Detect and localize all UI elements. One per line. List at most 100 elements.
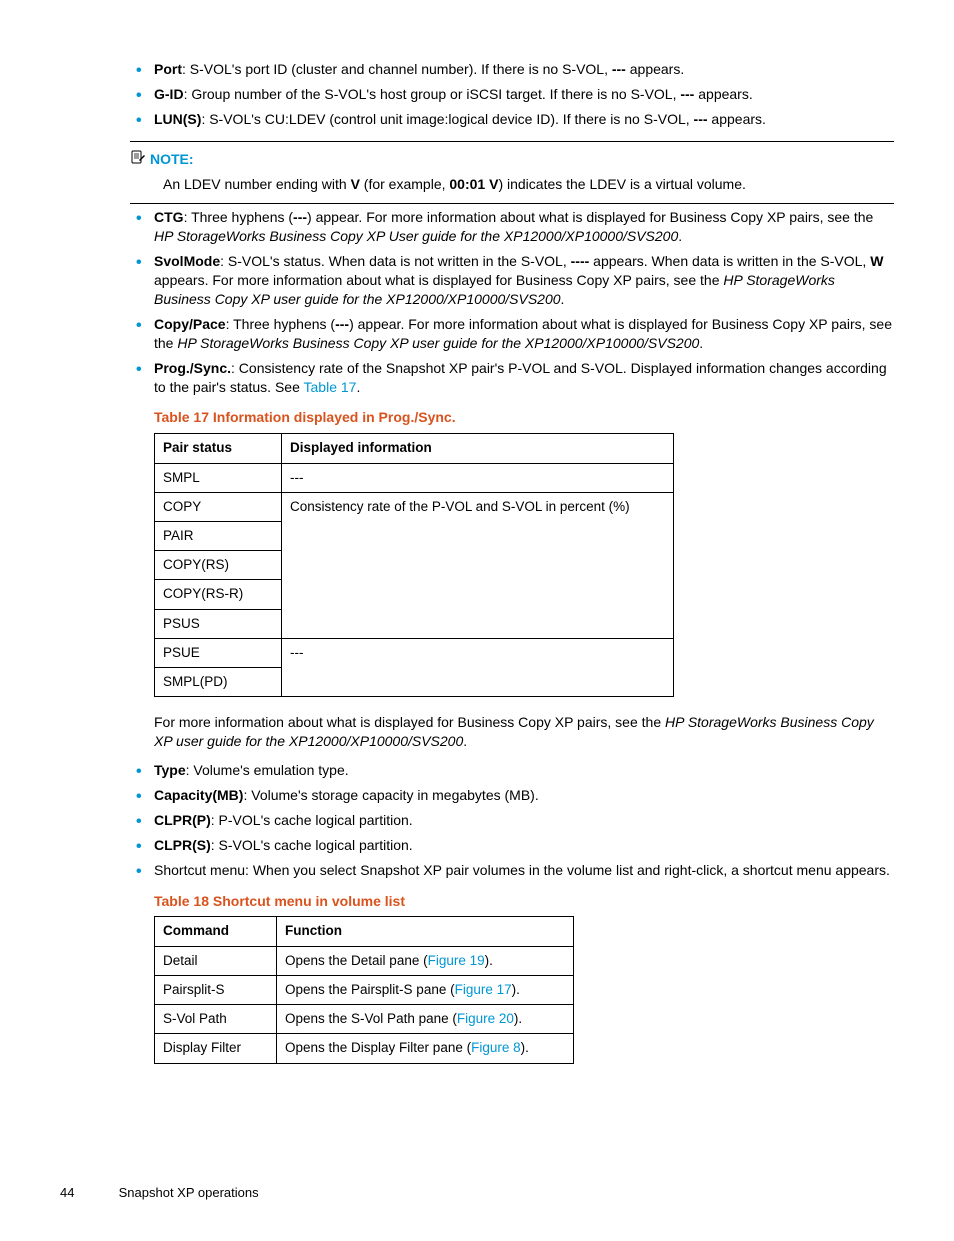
list-item-capacity: Capacity(MB): Volume's storage capacity …	[130, 786, 894, 805]
cell: Pairsplit-S	[155, 975, 277, 1004]
dash: ----	[571, 253, 590, 269]
term-type: Type	[154, 762, 186, 778]
cell: ---	[282, 638, 674, 696]
cell: Opens the S-Vol Path pane (Figure 20).	[277, 1005, 574, 1034]
t: Shortcut menu: When you select Snapshot …	[154, 862, 890, 878]
cell: Consistency rate of the P-VOL and S-VOL …	[282, 492, 674, 638]
term-ctg: CTG	[154, 209, 184, 225]
list-item-clprp: CLPR(P): P-VOL's cache logical partition…	[130, 811, 894, 830]
divider	[130, 203, 894, 204]
link-figure-19[interactable]: Figure 19	[428, 953, 485, 968]
list-item-copypace: Copy/Pace: Three hyphens (---) appear. F…	[130, 315, 894, 353]
cell: COPY(RS)	[155, 551, 282, 580]
t: Opens the Display Filter pane (	[285, 1040, 471, 1055]
link-figure-20[interactable]: Figure 20	[457, 1011, 514, 1026]
t: ).	[521, 1040, 529, 1055]
cell: Display Filter	[155, 1034, 277, 1063]
note-pre: An LDEV number ending with	[163, 176, 351, 192]
link-table-17[interactable]: Table 17	[304, 379, 357, 395]
list-item-svolmode: SvolMode: S-VOL's status. When data is n…	[130, 252, 894, 309]
th-pair-status: Pair status	[155, 434, 282, 463]
table-header-row: Pair status Displayed information	[155, 434, 674, 463]
dash: ---	[680, 86, 694, 102]
table-row: Detail Opens the Detail pane (Figure 19)…	[155, 946, 574, 975]
cell: Opens the Display Filter pane (Figure 8)…	[277, 1034, 574, 1063]
table-row: Pairsplit-S Opens the Pairsplit-S pane (…	[155, 975, 574, 1004]
note-icon	[130, 150, 146, 171]
t: .	[678, 228, 682, 244]
definition-list-2: CTG: Three hyphens (---) appear. For mor…	[130, 208, 894, 396]
list-item-type: Type: Volume's emulation type.	[130, 761, 894, 780]
table-row: S-Vol Path Opens the S-Vol Path pane (Fi…	[155, 1005, 574, 1034]
th-function: Function	[277, 917, 574, 946]
tail: appears.	[626, 61, 684, 77]
t: For more information about what is displ…	[154, 714, 665, 730]
t: appears. When data is written in the S-V…	[589, 253, 870, 269]
table-18: Command Function Detail Opens the Detail…	[154, 916, 574, 1063]
term-port: Port	[154, 61, 182, 77]
tail: appears.	[694, 86, 752, 102]
term-gid: G-ID	[154, 86, 184, 102]
divider	[130, 141, 894, 142]
t: .	[699, 335, 703, 351]
t: : Three hyphens (	[184, 209, 293, 225]
table-row: Display Filter Opens the Display Filter …	[155, 1034, 574, 1063]
paragraph: For more information about what is displ…	[154, 713, 894, 751]
link-figure-8[interactable]: Figure 8	[471, 1040, 521, 1055]
note-block: NOTE: An LDEV number ending with V (for …	[130, 150, 894, 194]
cell: COPY(RS-R)	[155, 580, 282, 609]
table-row: COPY Consistency rate of the P-VOL and S…	[155, 492, 674, 521]
t: : Three hyphens (	[226, 316, 335, 332]
definition-list-1: Port: S-VOL's port ID (cluster and chann…	[130, 60, 894, 129]
tail: appears.	[708, 111, 766, 127]
page-content: Port: S-VOL's port ID (cluster and chann…	[130, 60, 894, 1064]
term-clprp: CLPR(P)	[154, 812, 211, 828]
table-17-caption: Table 17 Information displayed in Prog./…	[154, 408, 894, 427]
cell: Detail	[155, 946, 277, 975]
cell: PSUS	[155, 609, 282, 638]
th-displayed-info: Displayed information	[282, 434, 674, 463]
t: appears. For more information about what…	[154, 272, 723, 288]
t: : Volume's emulation type.	[186, 762, 349, 778]
cell: PSUE	[155, 638, 282, 667]
footer-title: Snapshot XP operations	[119, 1185, 259, 1200]
t: .	[356, 379, 360, 395]
t: : S-VOL's status. When data is not writt…	[220, 253, 571, 269]
cell: COPY	[155, 492, 282, 521]
th-command: Command	[155, 917, 277, 946]
list-item-clprs: CLPR(S): S-VOL's cache logical partition…	[130, 836, 894, 855]
list-item-lun: LUN(S): S-VOL's CU:LDEV (control unit im…	[130, 110, 894, 129]
dash: ---	[612, 61, 626, 77]
note-label: NOTE:	[150, 151, 194, 167]
cell: Opens the Pairsplit-S pane (Figure 17).	[277, 975, 574, 1004]
dash: ---	[293, 209, 307, 225]
term-svol: SvolMode	[154, 253, 220, 269]
list-item-shortcut: Shortcut menu: When you select Snapshot …	[130, 861, 894, 880]
definition-list-3: Type: Volume's emulation type. Capacity(…	[130, 761, 894, 879]
term-lun: LUN(S)	[154, 111, 201, 127]
note-ex: 00:01 V	[449, 176, 498, 192]
t: : P-VOL's cache logical partition.	[211, 812, 413, 828]
link-figure-17[interactable]: Figure 17	[455, 982, 512, 997]
t: ).	[512, 982, 520, 997]
note-mid: (for example,	[360, 176, 449, 192]
cell: SMPL	[155, 463, 282, 492]
page-number: 44	[60, 1184, 115, 1202]
t: : S-VOL's cache logical partition.	[211, 837, 413, 853]
table-18-caption: Table 18 Shortcut menu in volume list	[154, 892, 894, 911]
term-cap: Capacity(MB)	[154, 787, 243, 803]
text: : S-VOL's port ID (cluster and channel n…	[182, 61, 612, 77]
note-body: An LDEV number ending with V (for exampl…	[163, 175, 894, 194]
page-footer: 44 Snapshot XP operations	[60, 1184, 894, 1202]
note-v: V	[351, 176, 360, 192]
t: Opens the Detail pane (	[285, 953, 428, 968]
ref: HP StorageWorks Business Copy XP user gu…	[177, 335, 699, 351]
list-item-port: Port: S-VOL's port ID (cluster and chann…	[130, 60, 894, 79]
t: ).	[514, 1011, 522, 1026]
t: ) appear. For more information about wha…	[307, 209, 873, 225]
term-clprs: CLPR(S)	[154, 837, 211, 853]
list-item-ctg: CTG: Three hyphens (---) appear. For mor…	[130, 208, 894, 246]
t: .	[463, 733, 467, 749]
text: : Group number of the S-VOL's host group…	[184, 86, 681, 102]
t: .	[561, 291, 565, 307]
